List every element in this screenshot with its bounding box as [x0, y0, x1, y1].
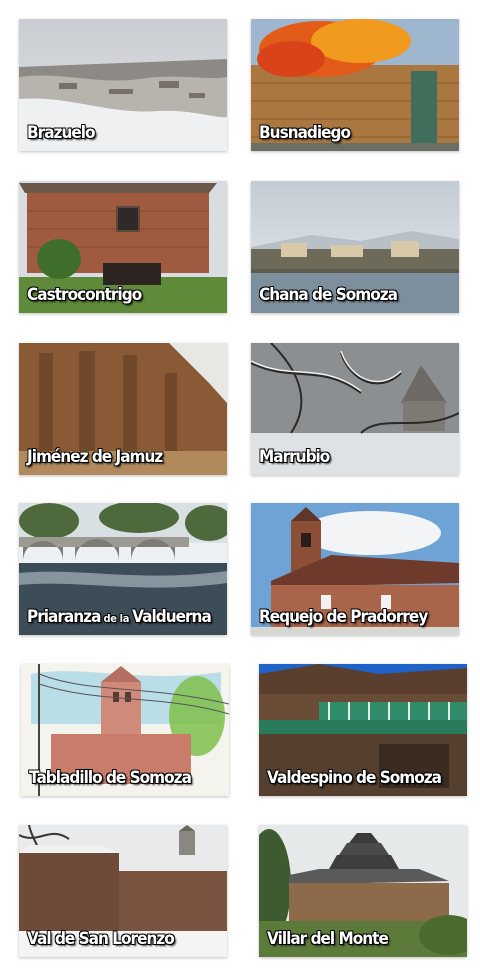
- village-tile-val-de-san-lorenzo[interactable]: Val de San Lorenzo: [19, 825, 227, 957]
- village-tile-brazuelo[interactable]: Brazuelo: [19, 19, 227, 151]
- village-name: Valdespino de Somoza: [267, 768, 442, 788]
- village-name: Brazuelo: [27, 123, 96, 143]
- village-tile-valdespino-de-somoza[interactable]: Valdespino de Somoza: [259, 664, 467, 796]
- village-name: Requejo de Pradorrey: [259, 607, 428, 627]
- village-name-part: Priaranza: [27, 607, 101, 627]
- village-tile-marrubio[interactable]: Marrubio: [251, 343, 459, 475]
- village-name: Busnadiego: [259, 123, 351, 143]
- village-tile-villar-del-monte[interactable]: Villar del Monte: [259, 825, 467, 957]
- village-tile-tabladillo-de-somoza[interactable]: Tabladillo de Somoza: [21, 664, 229, 796]
- village-name: Chana de Somoza: [259, 285, 398, 305]
- village-tile-priaranza-de-la-valduerna[interactable]: Priaranza de la Valduerna: [19, 503, 227, 635]
- village-tile-castrocontrigo[interactable]: Castrocontrigo: [19, 181, 227, 313]
- village-name: Priaranza de la Valduerna: [27, 607, 212, 627]
- village-name-part: Valduerna: [132, 607, 212, 627]
- village-name: Castrocontrigo: [27, 285, 142, 305]
- village-name: Val de San Lorenzo: [27, 929, 175, 949]
- village-tile-busnadiego[interactable]: Busnadiego: [251, 19, 459, 151]
- village-name: Tabladillo de Somoza: [29, 768, 192, 788]
- village-name: Villar del Monte: [267, 929, 389, 949]
- village-name-connector: de la: [103, 612, 130, 625]
- village-tile-chana-de-somoza[interactable]: Chana de Somoza: [251, 181, 459, 313]
- village-tile-requejo-de-pradorrey[interactable]: Requejo de Pradorrey: [251, 503, 459, 635]
- village-name: Marrubio: [259, 447, 330, 467]
- village-tile-jimenez-de-jamuz[interactable]: Jiménez de Jamuz: [19, 343, 227, 475]
- village-name: Jiménez de Jamuz: [27, 447, 163, 467]
